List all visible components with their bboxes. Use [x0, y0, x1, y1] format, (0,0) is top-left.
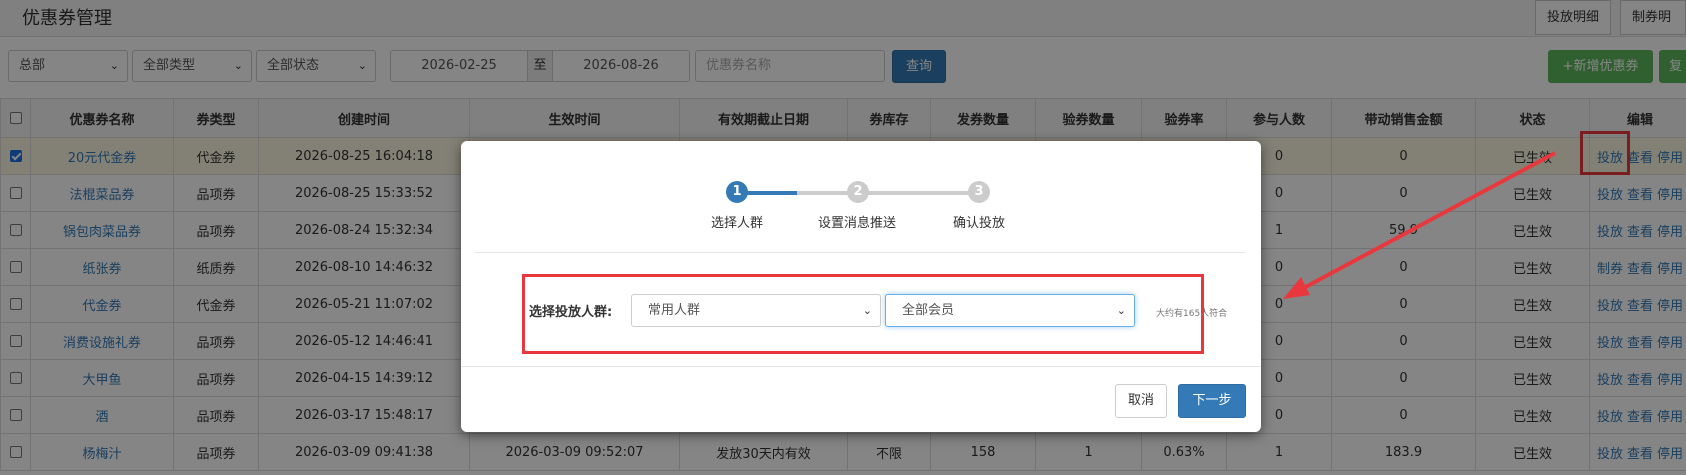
step-3-label: 确认投放 — [953, 216, 1006, 231]
step-1-circle: 1 — [726, 181, 748, 203]
divider — [475, 252, 1245, 253]
audience-group-select[interactable]: 常用人群 ⌄ — [631, 294, 881, 327]
step-2-label: 设置消息推送 — [818, 216, 897, 231]
issue-modal: 1 2 3 选择人群 设置消息推送 确认投放 选择投放人群: 常用人群 ⌄ 全部… — [461, 141, 1261, 432]
member-select-value: 全部会员 — [902, 303, 955, 318]
divider — [461, 366, 1261, 367]
member-select[interactable]: 全部会员 ⌄ — [885, 294, 1135, 327]
audience-count-hint: 大约有165人符合 — [1156, 309, 1228, 319]
step-line — [857, 191, 977, 195]
audience-label: 选择投放人群: — [529, 305, 613, 320]
cancel-button[interactable]: 取消 — [1115, 384, 1167, 418]
next-step-button[interactable]: 下一步 — [1178, 384, 1246, 418]
chevron-down-icon: ⌄ — [1116, 304, 1126, 317]
step-2-circle: 2 — [847, 181, 869, 203]
chevron-down-icon: ⌄ — [862, 304, 872, 317]
step-3-circle: 3 — [968, 181, 990, 203]
audience-group-value: 常用人群 — [648, 303, 701, 318]
step-1-label: 选择人群 — [711, 216, 764, 231]
